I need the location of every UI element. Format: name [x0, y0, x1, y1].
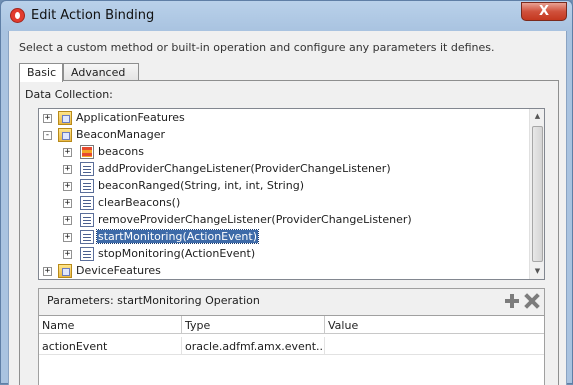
- tree-node-beacons[interactable]: + beacons: [39, 144, 529, 161]
- parameters-panel: Parameters: startMonitoring Operation Na…: [38, 288, 545, 385]
- tree-node-label: DeviceFeatures: [76, 264, 161, 277]
- tree-node-removeproviderchangelistener[interactable]: + removeProviderChangeListener(ProviderC…: [39, 212, 529, 229]
- expand-icon[interactable]: +: [63, 250, 72, 259]
- scrollbar-thumb[interactable]: [532, 126, 543, 262]
- param-name-cell[interactable]: actionEvent: [39, 337, 182, 355]
- expand-icon[interactable]: +: [63, 148, 72, 157]
- tab-advanced[interactable]: Advanced: [63, 63, 139, 81]
- tree-node-label: clearBeacons(): [98, 196, 181, 209]
- column-header-value[interactable]: Value: [325, 316, 544, 334]
- tree-node-beaconmanager[interactable]: - BeaconManager: [39, 127, 529, 144]
- scroll-down-arrow-icon[interactable]: ▼: [530, 264, 545, 279]
- folder-icon: [58, 128, 72, 142]
- title-bar[interactable]: Edit Action Binding X: [1, 1, 572, 31]
- param-value-cell[interactable]: [325, 337, 544, 355]
- expand-icon[interactable]: +: [63, 216, 72, 225]
- collection-icon: [80, 145, 94, 159]
- close-button[interactable]: X: [521, 2, 567, 21]
- data-collection-tree[interactable]: + ApplicationFeatures - BeaconManager + …: [38, 108, 545, 280]
- method-icon: [80, 247, 94, 261]
- tree-node-applicationfeatures[interactable]: + ApplicationFeatures: [39, 110, 529, 127]
- column-header-type[interactable]: Type: [182, 316, 325, 334]
- method-icon: [80, 162, 94, 176]
- expand-icon[interactable]: +: [63, 233, 72, 242]
- tree-node-clearbeacons[interactable]: + clearBeacons(): [39, 195, 529, 212]
- instructions-text: Select a custom method or built-in opera…: [19, 41, 495, 54]
- expand-icon[interactable]: +: [43, 267, 52, 276]
- app-icon: [10, 8, 25, 23]
- remove-parameter-icon[interactable]: [524, 293, 540, 309]
- expand-icon[interactable]: +: [63, 182, 72, 191]
- tree-node-label: stopMonitoring(ActionEvent): [98, 247, 256, 260]
- tab-basic[interactable]: Basic: [19, 63, 63, 82]
- tree-vertical-scrollbar[interactable]: ▲ ▼: [529, 109, 544, 279]
- dialog-body: Select a custom method or built-in opera…: [8, 31, 567, 385]
- tree-node-startmonitoring[interactable]: + startMonitoring(ActionEvent): [39, 229, 529, 246]
- tree-node-beaconranged[interactable]: + beaconRanged(String, int, int, String): [39, 178, 529, 195]
- tree-node-label: BeaconManager: [76, 128, 166, 141]
- tree-node-label: beaconRanged(String, int, int, String): [98, 179, 304, 192]
- method-icon: [80, 196, 94, 210]
- method-icon: [80, 213, 94, 227]
- add-parameter-icon[interactable]: [504, 293, 520, 309]
- method-icon: [80, 230, 94, 244]
- tree-node-label: ApplicationFeatures: [76, 111, 185, 124]
- data-collection-label: Data Collection:: [25, 88, 113, 101]
- param-type-cell[interactable]: oracle.adfmf.amx.event....: [182, 337, 325, 355]
- window-title: Edit Action Binding: [31, 8, 155, 23]
- tree-node-label: removeProviderChangeListener(ProviderCha…: [98, 213, 412, 226]
- tree-node-label: beacons: [98, 145, 144, 158]
- collapse-icon[interactable]: -: [43, 131, 52, 140]
- method-icon: [80, 179, 94, 193]
- tree-node-label-selected: startMonitoring(ActionEvent): [96, 229, 259, 244]
- edit-action-binding-dialog: Edit Action Binding X Select a custom me…: [0, 0, 573, 385]
- column-header-name[interactable]: Name: [39, 316, 182, 334]
- tree-node-label: addProviderChangeListener(ProviderChange…: [98, 162, 391, 175]
- scroll-up-arrow-icon[interactable]: ▲: [530, 109, 545, 124]
- tree-node-addproviderchangelistener[interactable]: + addProviderChangeListener(ProviderChan…: [39, 161, 529, 178]
- expand-icon[interactable]: +: [63, 199, 72, 208]
- parameters-table: Name Type Value actionEvent oracle.adfmf…: [39, 315, 544, 385]
- tree-node-devicefeatures[interactable]: + DeviceFeatures: [39, 263, 529, 280]
- folder-icon: [58, 111, 72, 125]
- expand-icon[interactable]: +: [43, 114, 52, 123]
- tree-node-stopmonitoring[interactable]: + stopMonitoring(ActionEvent): [39, 246, 529, 263]
- parameters-title: Parameters: startMonitoring Operation: [47, 294, 260, 307]
- folder-icon: [58, 264, 72, 278]
- expand-icon[interactable]: +: [63, 165, 72, 174]
